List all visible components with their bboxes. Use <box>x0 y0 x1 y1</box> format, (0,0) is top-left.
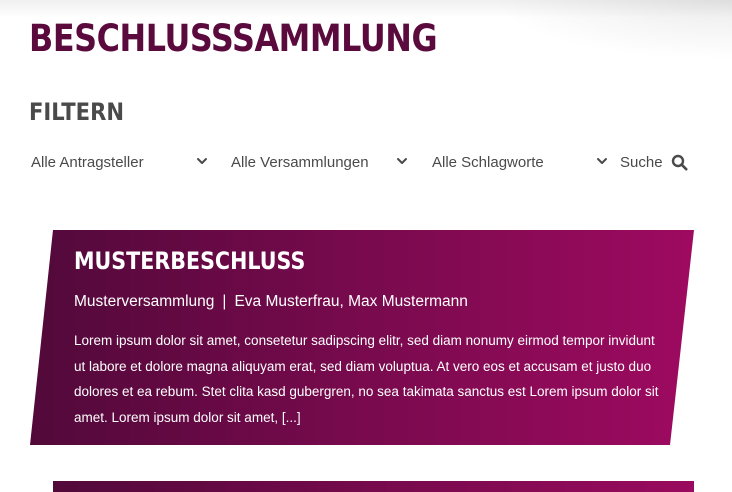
applicant-filter-select[interactable]: Alle Antragsteller <box>31 150 211 174</box>
keyword-filter-value: Alle Schlagworte <box>432 153 544 171</box>
chevron-down-icon <box>597 158 607 164</box>
filter-heading: FILTERN <box>29 98 125 126</box>
keyword-filter-select[interactable]: Alle Schlagworte <box>432 150 612 174</box>
chevron-down-icon <box>397 158 407 164</box>
result-card[interactable]: MUSTERBESCHLUSS Musterversammlung | Eva Mu… <box>30 230 694 445</box>
meta-separator: | <box>222 293 227 310</box>
search-icon <box>671 154 688 170</box>
card-applicants: Eva Musterfrau, Max Mustermann <box>234 293 468 310</box>
assembly-filter-value: Alle Versammlungen <box>231 153 369 171</box>
search-button[interactable]: Suche <box>620 150 688 174</box>
chevron-down-icon <box>197 158 207 164</box>
applicant-filter-value: Alle Antragsteller <box>31 153 144 171</box>
assembly-filter-select[interactable]: Alle Versammlungen <box>231 150 411 174</box>
header-shadow-corner <box>492 0 732 60</box>
result-card-next[interactable] <box>53 481 694 492</box>
card-meta: Musterversammlung | Eva Musterfrau, Max Mu… <box>74 292 468 312</box>
card-assembly: Musterversammlung <box>74 293 215 310</box>
search-label: Suche <box>620 153 663 171</box>
card-excerpt: Lorem ipsum dolor sit amet, consetetur s… <box>74 333 659 425</box>
page-title: BESCHLUSSSAMMLUNG <box>29 17 438 60</box>
card-title[interactable]: MUSTERBESCHLUSS <box>74 244 305 278</box>
